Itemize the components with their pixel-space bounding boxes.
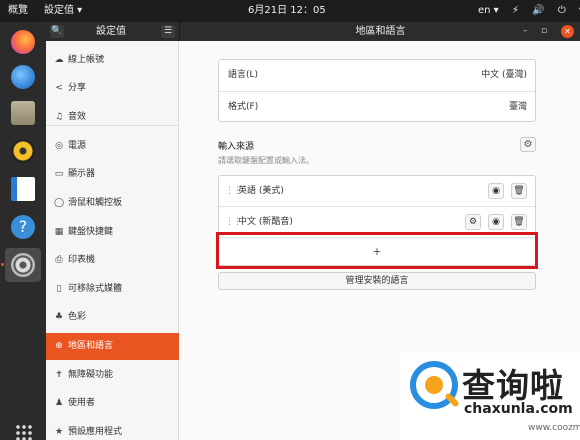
dock: ?	[0, 22, 46, 440]
close-icon[interactable]: ✕	[561, 25, 574, 38]
input-options-gear-icon[interactable]: ⚙	[520, 137, 536, 152]
show-applications-icon[interactable]	[15, 424, 33, 440]
sidebar-item-sharing[interactable]: < 分享	[46, 75, 179, 102]
sidebar-item-label: 無障礙功能	[68, 370, 114, 380]
trash-icon[interactable]: 🗑	[511, 214, 527, 230]
dock-help[interactable]: ?	[5, 210, 41, 244]
display-icon: ▭	[54, 169, 64, 179]
input-sources-title: 輸入來源	[218, 142, 255, 152]
sidebar-item-label: 滑鼠和觸控板	[68, 198, 123, 208]
star-icon: ★	[54, 427, 64, 437]
menu-icon[interactable]: ☰	[161, 25, 175, 38]
thunderbird-icon	[11, 65, 35, 89]
sidebar-item-online-accounts[interactable]: ☁ 線上帳號	[46, 47, 179, 74]
input-method-indicator[interactable]: en ▾	[478, 0, 499, 22]
input-source-name: 英語 (美式)	[238, 186, 284, 196]
language-row[interactable]: 語言(L) 中文 (臺灣)	[219, 60, 535, 91]
running-indicator	[1, 263, 4, 266]
power-icon: ◎	[55, 141, 63, 151]
watermark-url: chaxunla.com	[464, 401, 573, 417]
dock-writer[interactable]	[5, 172, 41, 206]
sidebar-item-power[interactable]: ◎ 電源	[46, 133, 179, 160]
sidebar-item-label: 顯示器	[68, 169, 96, 179]
files-icon	[11, 101, 35, 125]
watermark-logo-icon	[410, 361, 458, 409]
sidebar-item-keyboard-shortcuts[interactable]: ▦ 鍵盤快捷鍵	[46, 219, 179, 246]
watermark-url-small: www.coozm.com	[528, 423, 580, 433]
user-icon: ♟	[54, 398, 64, 408]
settings-icon	[11, 253, 35, 277]
manage-languages-button[interactable]: 管理安裝的語言	[218, 272, 536, 290]
formats-row[interactable]: 格式(F) 臺灣	[219, 92, 535, 122]
clock[interactable]: 6月21日 12：05	[248, 0, 326, 22]
sidebar-item-displays[interactable]: ▭ 顯示器	[46, 161, 179, 188]
region-frame: 語言(L) 中文 (臺灣) 格式(F) 臺灣	[218, 59, 536, 122]
formats-label: 格式(F)	[228, 102, 259, 112]
cloud-icon: ☁	[54, 55, 64, 65]
sidebar-item-color[interactable]: ♣ 色彩	[46, 304, 179, 331]
dock-thunderbird[interactable]	[5, 60, 41, 94]
sidebar-item-label: 預設應用程式	[68, 427, 123, 437]
sidebar-item-label: 色彩	[68, 312, 87, 322]
input-sources-subtitle: 請選取鍵盤配置或輸入法。	[218, 156, 314, 165]
dock-settings[interactable]	[5, 248, 41, 282]
color-icon: ♣	[54, 312, 64, 322]
sidebar-item-label: 鍵盤快捷鍵	[68, 227, 114, 237]
writer-icon	[11, 177, 35, 201]
rhythmbox-icon	[11, 139, 35, 163]
sidebar-item-label: 音效	[68, 112, 87, 122]
accessibility-icon: ✝	[55, 370, 63, 380]
main-header: 地區和語言 – ▫ ✕	[179, 22, 580, 41]
keyboard-icon: ▦	[54, 227, 64, 237]
gear-icon[interactable]: ⚙	[465, 214, 481, 230]
maximize-icon[interactable]: ▫	[541, 22, 547, 41]
app-menu-button[interactable]: 設定值 ▾	[44, 0, 82, 22]
sidebar-item-sound[interactable]: ♫ 音效	[46, 104, 179, 131]
share-icon: <	[55, 83, 63, 93]
eye-icon[interactable]: ◉	[488, 214, 504, 230]
formats-value: 臺灣	[508, 102, 527, 112]
activities-button[interactable]: 概覽	[8, 0, 28, 22]
sidebar-title: 設定值	[96, 26, 126, 37]
sidebar-item-label: 印表機	[68, 255, 96, 265]
sidebar-item-region-language[interactable]: ⊕ 地區和語言	[46, 333, 179, 360]
sidebar-item-printers[interactable]: ⎙ 印表機	[46, 247, 179, 274]
sidebar-header: 🔍 設定值 ☰	[46, 22, 179, 41]
sidebar-item-label: 分享	[68, 83, 87, 93]
help-icon: ?	[11, 215, 35, 239]
usb-icon: ▯	[56, 284, 62, 294]
input-source-row[interactable]: ⋮⋮ 英語 (美式) ◉ 🗑	[219, 176, 535, 206]
sidebar-item-users[interactable]: ♟ 使用者	[46, 390, 179, 417]
sidebar-item-default-apps[interactable]: ★ 預設應用程式	[46, 419, 179, 440]
sidebar-item-mouse-touchpad[interactable]: ◯ 滑鼠和觸控板	[46, 190, 179, 217]
highlight-box	[216, 232, 538, 269]
sidebar-item-accessibility[interactable]: ✝ 無障礙功能	[46, 362, 179, 389]
globe-icon: ⊕	[55, 341, 63, 351]
page-title: 地區和語言	[355, 26, 406, 37]
music-icon: ♫	[54, 112, 64, 122]
minimize-icon[interactable]: –	[523, 22, 528, 41]
sidebar-item-label: 電源	[68, 141, 87, 151]
settings-sidebar: ☁ 線上帳號 < 分享 ♫ 音效 ◎ 電源 ▭ 顯示器 ◯ 滑鼠和觸控板 ▦ 鍵盤快捷鍵 ⎙ 印…	[46, 41, 179, 440]
sidebar-item-label: 使用者	[68, 398, 96, 408]
mouse-icon: ◯	[53, 198, 65, 208]
printer-icon: ⎙	[55, 255, 63, 265]
watermark-brand: 查询啦	[462, 366, 564, 405]
dock-rhythmbox[interactable]	[5, 134, 41, 168]
trash-icon[interactable]: 🗑	[511, 183, 527, 199]
language-value: 中文 (臺灣)	[481, 70, 527, 80]
dock-files[interactable]	[5, 96, 41, 130]
firefox-icon	[11, 30, 35, 54]
sidebar-item-label: 線上帳號	[68, 55, 105, 65]
top-bar: 概覽 設定值 ▾ 6月21日 12：05 en ▾ ⚡ 🔊 ⏻ ▾	[0, 0, 580, 22]
search-icon[interactable]: 🔍	[50, 25, 64, 38]
language-label: 語言(L)	[228, 70, 259, 80]
eye-icon[interactable]: ◉	[488, 183, 504, 199]
sidebar-item-removable-media[interactable]: ▯ 可移除式媒體	[46, 276, 179, 303]
sidebar-item-label: 可移除式媒體	[68, 284, 123, 294]
watermark: 查询啦 chaxunla.com www.coozm.com	[400, 353, 580, 440]
system-status-menu[interactable]: ⚡ 🔊 ⏻ ▾	[512, 0, 580, 22]
dock-firefox[interactable]	[5, 25, 41, 59]
sidebar-item-label: 地區和語言	[68, 341, 114, 351]
